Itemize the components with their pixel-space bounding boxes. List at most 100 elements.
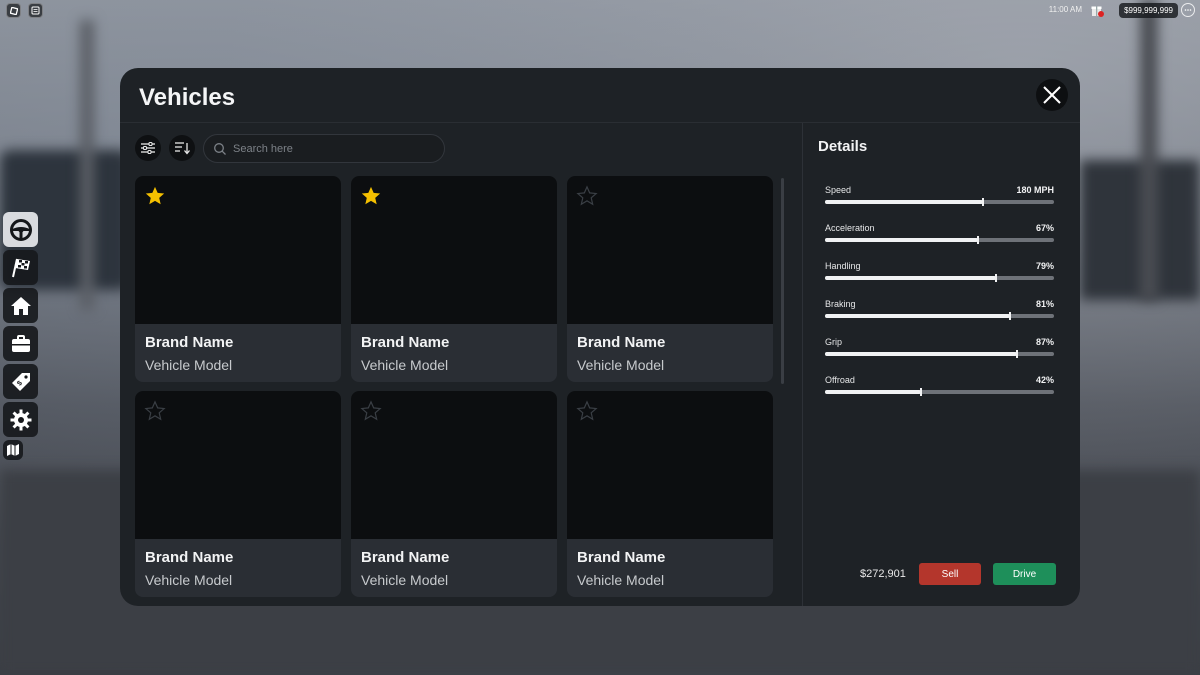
vehicle-model: Vehicle Model xyxy=(145,357,233,373)
search-bar[interactable] xyxy=(203,134,445,163)
stat-value: 67% xyxy=(1035,223,1054,233)
roblox-logo-icon xyxy=(9,6,18,15)
vehicle-brand: Brand Name xyxy=(577,334,666,351)
stat-speed: Speed 180 MPH xyxy=(825,185,1054,206)
stat-bar xyxy=(825,274,1054,282)
more-options-button[interactable] xyxy=(1181,3,1195,17)
stat-grip: Grip 87% xyxy=(825,337,1054,358)
vehicle-card[interactable]: Brand Name Vehicle Model xyxy=(351,391,557,597)
favorite-star-outline-icon[interactable] xyxy=(360,400,382,422)
currency-display[interactable]: $999,999,999 xyxy=(1119,3,1178,18)
background-pole-right xyxy=(1140,0,1158,300)
vehicle-model: Vehicle Model xyxy=(361,572,449,588)
briefcase-icon xyxy=(11,334,30,352)
vehicle-model: Vehicle Model xyxy=(577,357,665,373)
vehicle-brand: Brand Name xyxy=(577,549,666,566)
steering-wheel-icon xyxy=(9,218,32,241)
vehicle-model: Vehicle Model xyxy=(145,572,233,588)
close-icon xyxy=(1043,86,1061,104)
vehicle-card[interactable]: Brand Name Vehicle Model xyxy=(567,176,773,382)
stat-offroad: Offroad 42% xyxy=(825,375,1054,396)
vehicle-card[interactable]: Brand Name Vehicle Model xyxy=(135,176,341,382)
sidebar-item-jobs[interactable] xyxy=(3,326,38,361)
chat-icon xyxy=(31,6,40,15)
home-icon xyxy=(10,296,31,315)
details-divider xyxy=(802,123,803,606)
sidebar-item-vehicles[interactable] xyxy=(3,212,38,247)
vehicles-panel: Vehicles Search here Brand Name Vehicle … xyxy=(120,68,1080,606)
sidebar-item-map[interactable] xyxy=(3,440,23,460)
vehicle-brand: Brand Name xyxy=(361,334,450,351)
details-title: Details xyxy=(818,138,868,155)
stat-label: Braking xyxy=(825,299,856,309)
gift-button[interactable] xyxy=(1090,3,1104,17)
panel-title: Vehicles xyxy=(139,84,236,111)
vehicle-card[interactable]: Brand Name Vehicle Model xyxy=(351,176,557,382)
header-divider xyxy=(120,122,1080,123)
vehicle-card[interactable]: Brand Name Vehicle Model xyxy=(135,391,341,597)
stat-bar-marker xyxy=(920,388,923,396)
chat-button[interactable] xyxy=(28,3,43,18)
stat-bar xyxy=(825,388,1054,396)
stat-bar-fill xyxy=(825,352,1018,356)
stat-bar-fill xyxy=(825,390,922,394)
sort-button[interactable] xyxy=(169,135,195,161)
stat-label: Acceleration xyxy=(825,223,875,233)
stat-bar-fill xyxy=(825,314,1011,318)
stat-value: 81% xyxy=(1035,299,1054,309)
stat-value: 42% xyxy=(1035,375,1054,385)
favorite-star-icon[interactable] xyxy=(144,185,166,207)
vehicle-brand: Brand Name xyxy=(361,549,450,566)
stat-bar-marker xyxy=(1016,350,1019,358)
stat-acceleration: Acceleration 67% xyxy=(825,223,1054,244)
stat-value: 87% xyxy=(1035,337,1054,347)
vehicle-price: $272,901 xyxy=(860,568,906,580)
stat-bar xyxy=(825,236,1054,244)
vehicle-model: Vehicle Model xyxy=(361,357,449,373)
close-button[interactable] xyxy=(1036,79,1068,111)
favorite-star-icon[interactable] xyxy=(360,185,382,207)
filter-button[interactable] xyxy=(135,135,161,161)
stat-bar-marker xyxy=(994,274,997,282)
background-pole-left xyxy=(80,20,94,310)
gear-icon xyxy=(10,409,31,430)
sidebar-item-shop[interactable]: $ xyxy=(3,364,38,399)
stat-value: 79% xyxy=(1035,261,1054,271)
stat-bar-fill xyxy=(825,238,979,242)
sidebar-item-settings[interactable] xyxy=(3,402,38,437)
map-icon xyxy=(7,444,19,456)
sidebar-item-home[interactable] xyxy=(3,288,38,323)
vehicle-brand: Brand Name xyxy=(145,549,234,566)
vehicle-card[interactable]: Brand Name Vehicle Model xyxy=(567,391,773,597)
drive-button[interactable]: Drive xyxy=(993,563,1056,585)
sort-icon xyxy=(175,142,190,155)
search-icon xyxy=(214,142,226,155)
stat-bar xyxy=(825,198,1054,206)
race-flag-icon xyxy=(11,258,30,277)
sidebar-item-racing[interactable] xyxy=(3,250,38,285)
sell-button[interactable]: Sell xyxy=(919,563,981,585)
currency-amount: $999,999,999 xyxy=(1124,6,1173,15)
stat-braking: Braking 81% xyxy=(825,299,1054,320)
stat-bar-fill xyxy=(825,200,983,204)
side-menu: $ xyxy=(3,212,39,463)
stat-label: Grip xyxy=(825,337,843,347)
roblox-menu-button[interactable] xyxy=(6,3,21,18)
search-input[interactable] xyxy=(233,142,433,155)
stat-value: 180 MPH xyxy=(1016,185,1054,195)
stat-bar-fill xyxy=(825,276,996,280)
grid-scrollbar[interactable] xyxy=(781,178,784,384)
favorite-star-outline-icon[interactable] xyxy=(576,400,598,422)
price-tag-icon: $ xyxy=(11,372,30,391)
stat-bar xyxy=(825,312,1054,320)
stat-bar xyxy=(825,350,1054,358)
stat-bar-marker xyxy=(982,198,984,206)
clock-time: 11:00 AM xyxy=(1048,5,1082,14)
stat-label: Handling xyxy=(825,261,861,271)
stat-bar-marker xyxy=(977,236,980,244)
favorite-star-outline-icon[interactable] xyxy=(144,400,166,422)
stat-handling: Handling 79% xyxy=(825,261,1054,282)
stat-bar-marker xyxy=(1009,312,1012,320)
favorite-star-outline-icon[interactable] xyxy=(576,185,598,207)
vehicle-brand: Brand Name xyxy=(145,334,234,351)
